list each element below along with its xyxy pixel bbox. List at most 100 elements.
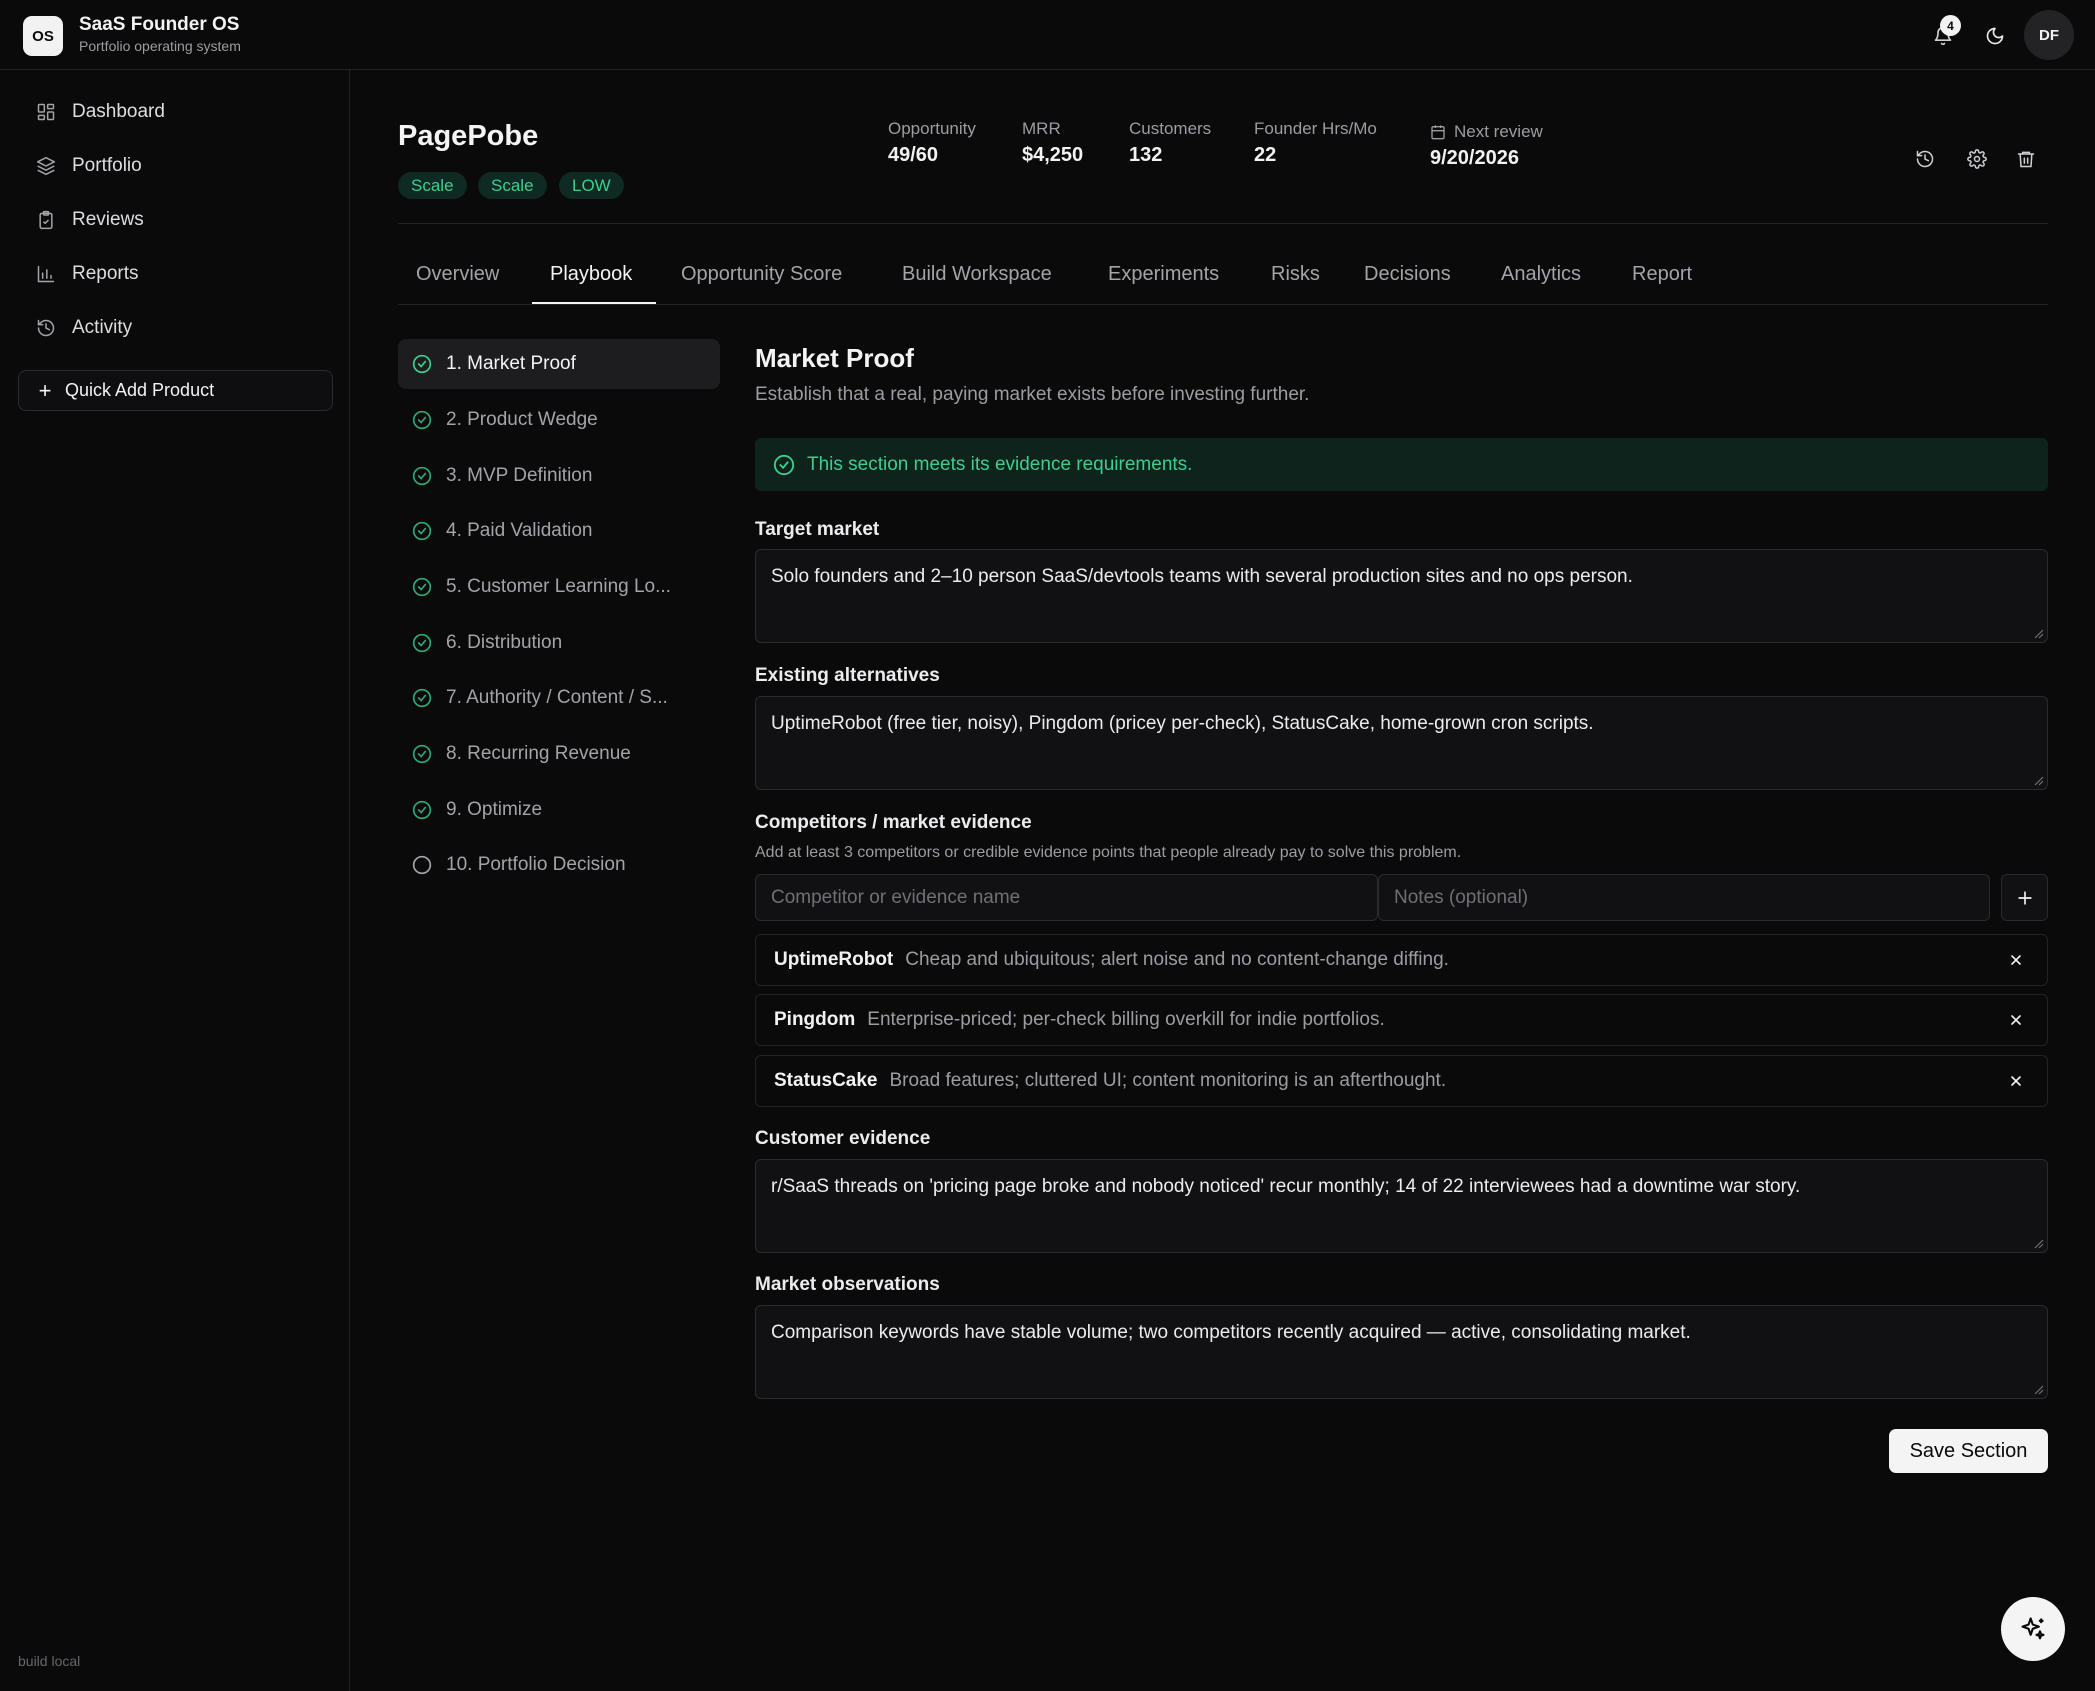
step-item-distribution[interactable]: 6. Distribution — [398, 618, 720, 668]
theme-toggle-button[interactable] — [1977, 18, 2013, 54]
opportunity-value: 49/60 — [888, 144, 939, 166]
step-label: 5. Customer Learning Lo... — [446, 576, 671, 597]
competitor-name: Pingdom — [774, 1009, 856, 1030]
history-button[interactable] — [1910, 144, 1940, 174]
close-icon — [2011, 955, 2021, 965]
target-market-label: Target market — [755, 519, 880, 540]
next-review-value: 9/20/2026 — [1430, 147, 1519, 169]
add-competitor-button[interactable] — [2001, 874, 2048, 921]
moon-icon — [1986, 27, 2004, 45]
step-item-market-proof[interactable]: 1. Market Proof — [398, 339, 720, 389]
app-logo[interactable]: OS — [23, 16, 63, 56]
history-icon — [34, 316, 58, 340]
step-item-recurring-revenue[interactable]: 8. Recurring Revenue — [398, 729, 720, 779]
clipboard-check-icon — [34, 208, 58, 232]
customer-evidence-textarea[interactable]: r/SaaS threads on 'pricing page broke an… — [755, 1159, 2048, 1253]
step-item-product-wedge[interactable]: 2. Product Wedge — [398, 395, 720, 445]
existing-alternatives-textarea[interactable]: UptimeRobot (free tier, noisy), Pingdom … — [755, 696, 2048, 790]
founder-hours-value: 22 — [1254, 144, 1277, 166]
market-observations-textarea[interactable]: Comparison keywords have stable volume; … — [755, 1305, 2048, 1399]
section-title: Market Proof — [755, 343, 914, 373]
app-title: SaaS Founder OS — [79, 14, 240, 35]
competitors-help: Add at least 3 competitors or credible e… — [755, 844, 1462, 861]
step-label: 6. Distribution — [446, 632, 563, 653]
sidebar-item-reports[interactable]: Reports — [18, 252, 333, 296]
calendar-icon — [1431, 125, 1445, 140]
tab-analytics[interactable]: Analytics — [1501, 263, 1581, 286]
settings-button[interactable] — [1962, 144, 1992, 174]
competitors-label: Competitors / market evidence — [755, 812, 1032, 833]
target-market-textarea[interactable]: Solo founders and 2–10 person SaaS/devto… — [755, 549, 2048, 643]
grid-icon — [34, 100, 58, 124]
circle-icon — [412, 855, 432, 875]
section-description: Establish that a real, paying market exi… — [755, 384, 1310, 405]
tab-playbook[interactable]: Playbook — [550, 263, 632, 286]
user-avatar[interactable]: DF — [2024, 10, 2074, 60]
next-review-label: Next review — [1430, 122, 1543, 142]
customer-evidence-label: Customer evidence — [755, 1128, 931, 1149]
step-item-customer-learning[interactable]: 5. Customer Learning Lo... — [398, 562, 720, 612]
quick-add-product-button[interactable]: + Quick Add Product — [18, 370, 333, 411]
check-circle-icon — [412, 577, 432, 597]
notification-badge: 4 — [1940, 15, 1961, 36]
sidebar-item-label: Dashboard — [72, 101, 165, 122]
status-banner: This section meets its evidence requirem… — [755, 438, 2048, 491]
step-label: 7. Authority / Content / S... — [446, 687, 668, 708]
tab-overview[interactable]: Overview — [416, 263, 499, 286]
tab-risks[interactable]: Risks — [1271, 263, 1320, 286]
tab-decisions[interactable]: Decisions — [1364, 263, 1451, 286]
check-circle-icon — [412, 354, 432, 374]
step-item-portfolio-decision[interactable]: 10. Portfolio Decision — [398, 840, 720, 890]
stage-tag: Scale — [478, 172, 547, 199]
build-label: build local — [18, 1653, 81, 1669]
step-label: 2. Product Wedge — [446, 409, 598, 430]
delete-button[interactable] — [2011, 144, 2041, 174]
existing-alternatives-label: Existing alternatives — [755, 665, 940, 686]
top-bar: OS SaaS Founder OS Portfolio operating s… — [0, 0, 2095, 70]
sidebar: Dashboard Portfolio Reviews Reports Acti… — [0, 70, 350, 1691]
layers-icon — [34, 154, 58, 178]
tab-build-workspace[interactable]: Build Workspace — [902, 263, 1052, 286]
tab-opportunity-score[interactable]: Opportunity Score — [681, 263, 842, 286]
sidebar-item-reviews[interactable]: Reviews — [18, 198, 333, 242]
check-circle-icon — [412, 633, 432, 653]
resize-handle-icon — [2034, 1239, 2044, 1249]
competitor-name-input[interactable]: Competitor or evidence name — [755, 874, 1378, 921]
resize-handle-icon — [2034, 1385, 2044, 1395]
step-item-mvp-definition[interactable]: 3. MVP Definition — [398, 451, 720, 501]
sparkles-icon — [2021, 1617, 2045, 1640]
product-title: PagePobe — [398, 120, 539, 152]
sidebar-item-activity[interactable]: Activity — [18, 306, 333, 350]
plus-icon — [2017, 890, 2032, 905]
active-tab-indicator — [532, 302, 656, 304]
mrr-label: MRR — [1022, 119, 1061, 138]
step-label: 8. Recurring Revenue — [446, 743, 631, 764]
competitor-name: StatusCake — [774, 1070, 878, 1091]
close-icon — [2011, 1076, 2021, 1086]
step-item-paid-validation[interactable]: 4. Paid Validation — [398, 506, 720, 556]
step-item-authority-content[interactable]: 7. Authority / Content / S... — [398, 673, 720, 723]
step-item-optimize[interactable]: 9. Optimize — [398, 785, 720, 835]
tab-report[interactable]: Report — [1632, 263, 1692, 286]
app-subtitle: Portfolio operating system — [79, 38, 241, 54]
remove-competitor-button[interactable] — [2005, 1070, 2027, 1092]
save-section-button[interactable]: Save Section — [1889, 1429, 2048, 1473]
check-circle-icon — [412, 688, 432, 708]
competitor-notes-input[interactable]: Notes (optional) — [1378, 874, 1990, 921]
customers-label: Customers — [1129, 119, 1212, 138]
sidebar-item-label: Portfolio — [72, 155, 142, 176]
ai-assistant-button[interactable] — [2001, 1597, 2065, 1661]
history-icon — [1916, 150, 1934, 168]
competitor-row: Pingdom Enterprise-priced; per-check bil… — [755, 994, 2048, 1046]
sidebar-item-portfolio[interactable]: Portfolio — [18, 144, 333, 188]
sidebar-item-dashboard[interactable]: Dashboard — [18, 90, 333, 134]
resize-handle-icon — [2034, 776, 2044, 786]
tab-experiments[interactable]: Experiments — [1108, 263, 1219, 286]
competitor-row: UptimeRobot Cheap and ubiquitous; alert … — [755, 934, 2048, 986]
check-circle-icon — [773, 454, 795, 475]
remove-competitor-button[interactable] — [2005, 949, 2027, 971]
check-circle-icon — [412, 410, 432, 430]
check-circle-icon — [412, 800, 432, 820]
resize-handle-icon — [2034, 629, 2044, 639]
remove-competitor-button[interactable] — [2005, 1009, 2027, 1031]
